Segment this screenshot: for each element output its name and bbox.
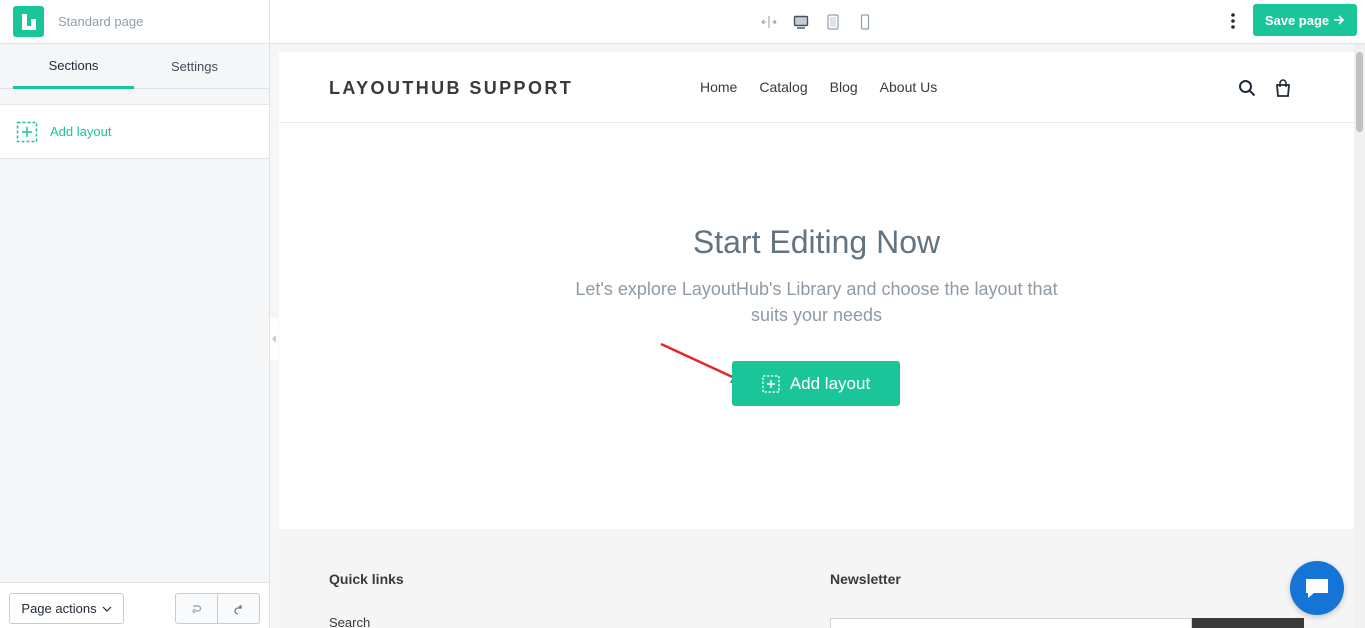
tab-settings[interactable]: Settings	[134, 44, 255, 89]
sidebar-add-layout-button[interactable]: Add layout	[0, 104, 269, 159]
arrow-right-icon	[1334, 15, 1345, 25]
fullwidth-icon[interactable]	[760, 12, 778, 32]
newsletter-title: Newsletter	[830, 571, 901, 587]
device-switcher	[760, 12, 874, 32]
store-title[interactable]: LAYOUTHUB SUPPORT	[329, 78, 573, 99]
store-nav: Home Catalog Blog About Us	[700, 79, 937, 95]
quick-links-title: Quick links	[329, 571, 404, 587]
newsletter-subscribe-button[interactable]	[1192, 618, 1304, 628]
sidebar-footer: Page actions	[0, 582, 269, 628]
search-icon[interactable]	[1237, 78, 1257, 98]
add-section-icon	[16, 121, 38, 142]
newsletter-email-input[interactable]	[830, 618, 1192, 628]
nav-blog[interactable]: Blog	[830, 79, 858, 95]
undo-redo-group	[175, 593, 260, 624]
footer-link-search[interactable]: Search	[329, 615, 370, 628]
sidebar-collapse-handle[interactable]	[270, 318, 278, 360]
preview-scrollbar[interactable]	[1354, 44, 1365, 628]
store-header-icons	[1237, 78, 1293, 98]
chevron-down-icon	[102, 606, 112, 612]
redo-button[interactable]	[217, 593, 260, 624]
sidebar-add-layout-label: Add layout	[50, 124, 112, 139]
more-options-icon[interactable]	[1224, 10, 1242, 32]
nav-home[interactable]: Home	[700, 79, 737, 95]
scrollbar-thumb[interactable]	[1356, 52, 1363, 132]
page-actions-label: Page actions	[21, 601, 97, 616]
store-footer: Quick links Newsletter Search	[279, 529, 1354, 628]
redo-icon	[234, 604, 242, 615]
mobile-icon[interactable]	[856, 12, 874, 32]
chat-button[interactable]	[1290, 561, 1344, 615]
desktop-icon[interactable]	[792, 12, 810, 32]
nav-catalog[interactable]: Catalog	[759, 79, 807, 95]
page-preview-canvas: LAYOUTHUB SUPPORT Home Catalog Blog Abou…	[279, 52, 1354, 628]
add-section-icon	[762, 374, 780, 393]
nav-about-us[interactable]: About Us	[880, 79, 938, 95]
page-actions-dropdown[interactable]: Page actions	[9, 593, 124, 624]
page-type-label: Standard page	[58, 14, 144, 29]
hero-add-layout-label: Add layout	[789, 373, 871, 393]
chat-icon	[1306, 579, 1328, 598]
tab-sections-label: Sections	[48, 57, 99, 73]
sidebar-tabs: Sections Settings	[0, 44, 269, 89]
top-bar: Standard page Save page	[0, 0, 1365, 44]
cart-icon[interactable]	[1273, 78, 1293, 98]
hero-title: Start Editing Now	[692, 224, 941, 260]
store-header: LAYOUTHUB SUPPORT Home Catalog Blog Abou…	[279, 52, 1354, 123]
hero-add-layout-button[interactable]: Add layout	[732, 361, 900, 406]
undo-icon	[192, 604, 202, 613]
hero-subtitle: Let's explore LayoutHub's Library and ch…	[575, 279, 1058, 325]
sidebar: Sections Settings Add layout Page action…	[0, 44, 270, 628]
save-page-label: Save page	[1264, 12, 1330, 28]
tab-sections[interactable]: Sections	[13, 44, 134, 89]
undo-button[interactable]	[175, 593, 218, 624]
save-page-button[interactable]: Save page	[1253, 4, 1357, 36]
layouthub-logo[interactable]	[13, 6, 44, 37]
tab-settings-label: Settings	[171, 59, 218, 74]
topbar-divider	[269, 0, 270, 44]
tablet-icon[interactable]	[824, 12, 842, 32]
chevron-left-icon	[272, 335, 276, 343]
